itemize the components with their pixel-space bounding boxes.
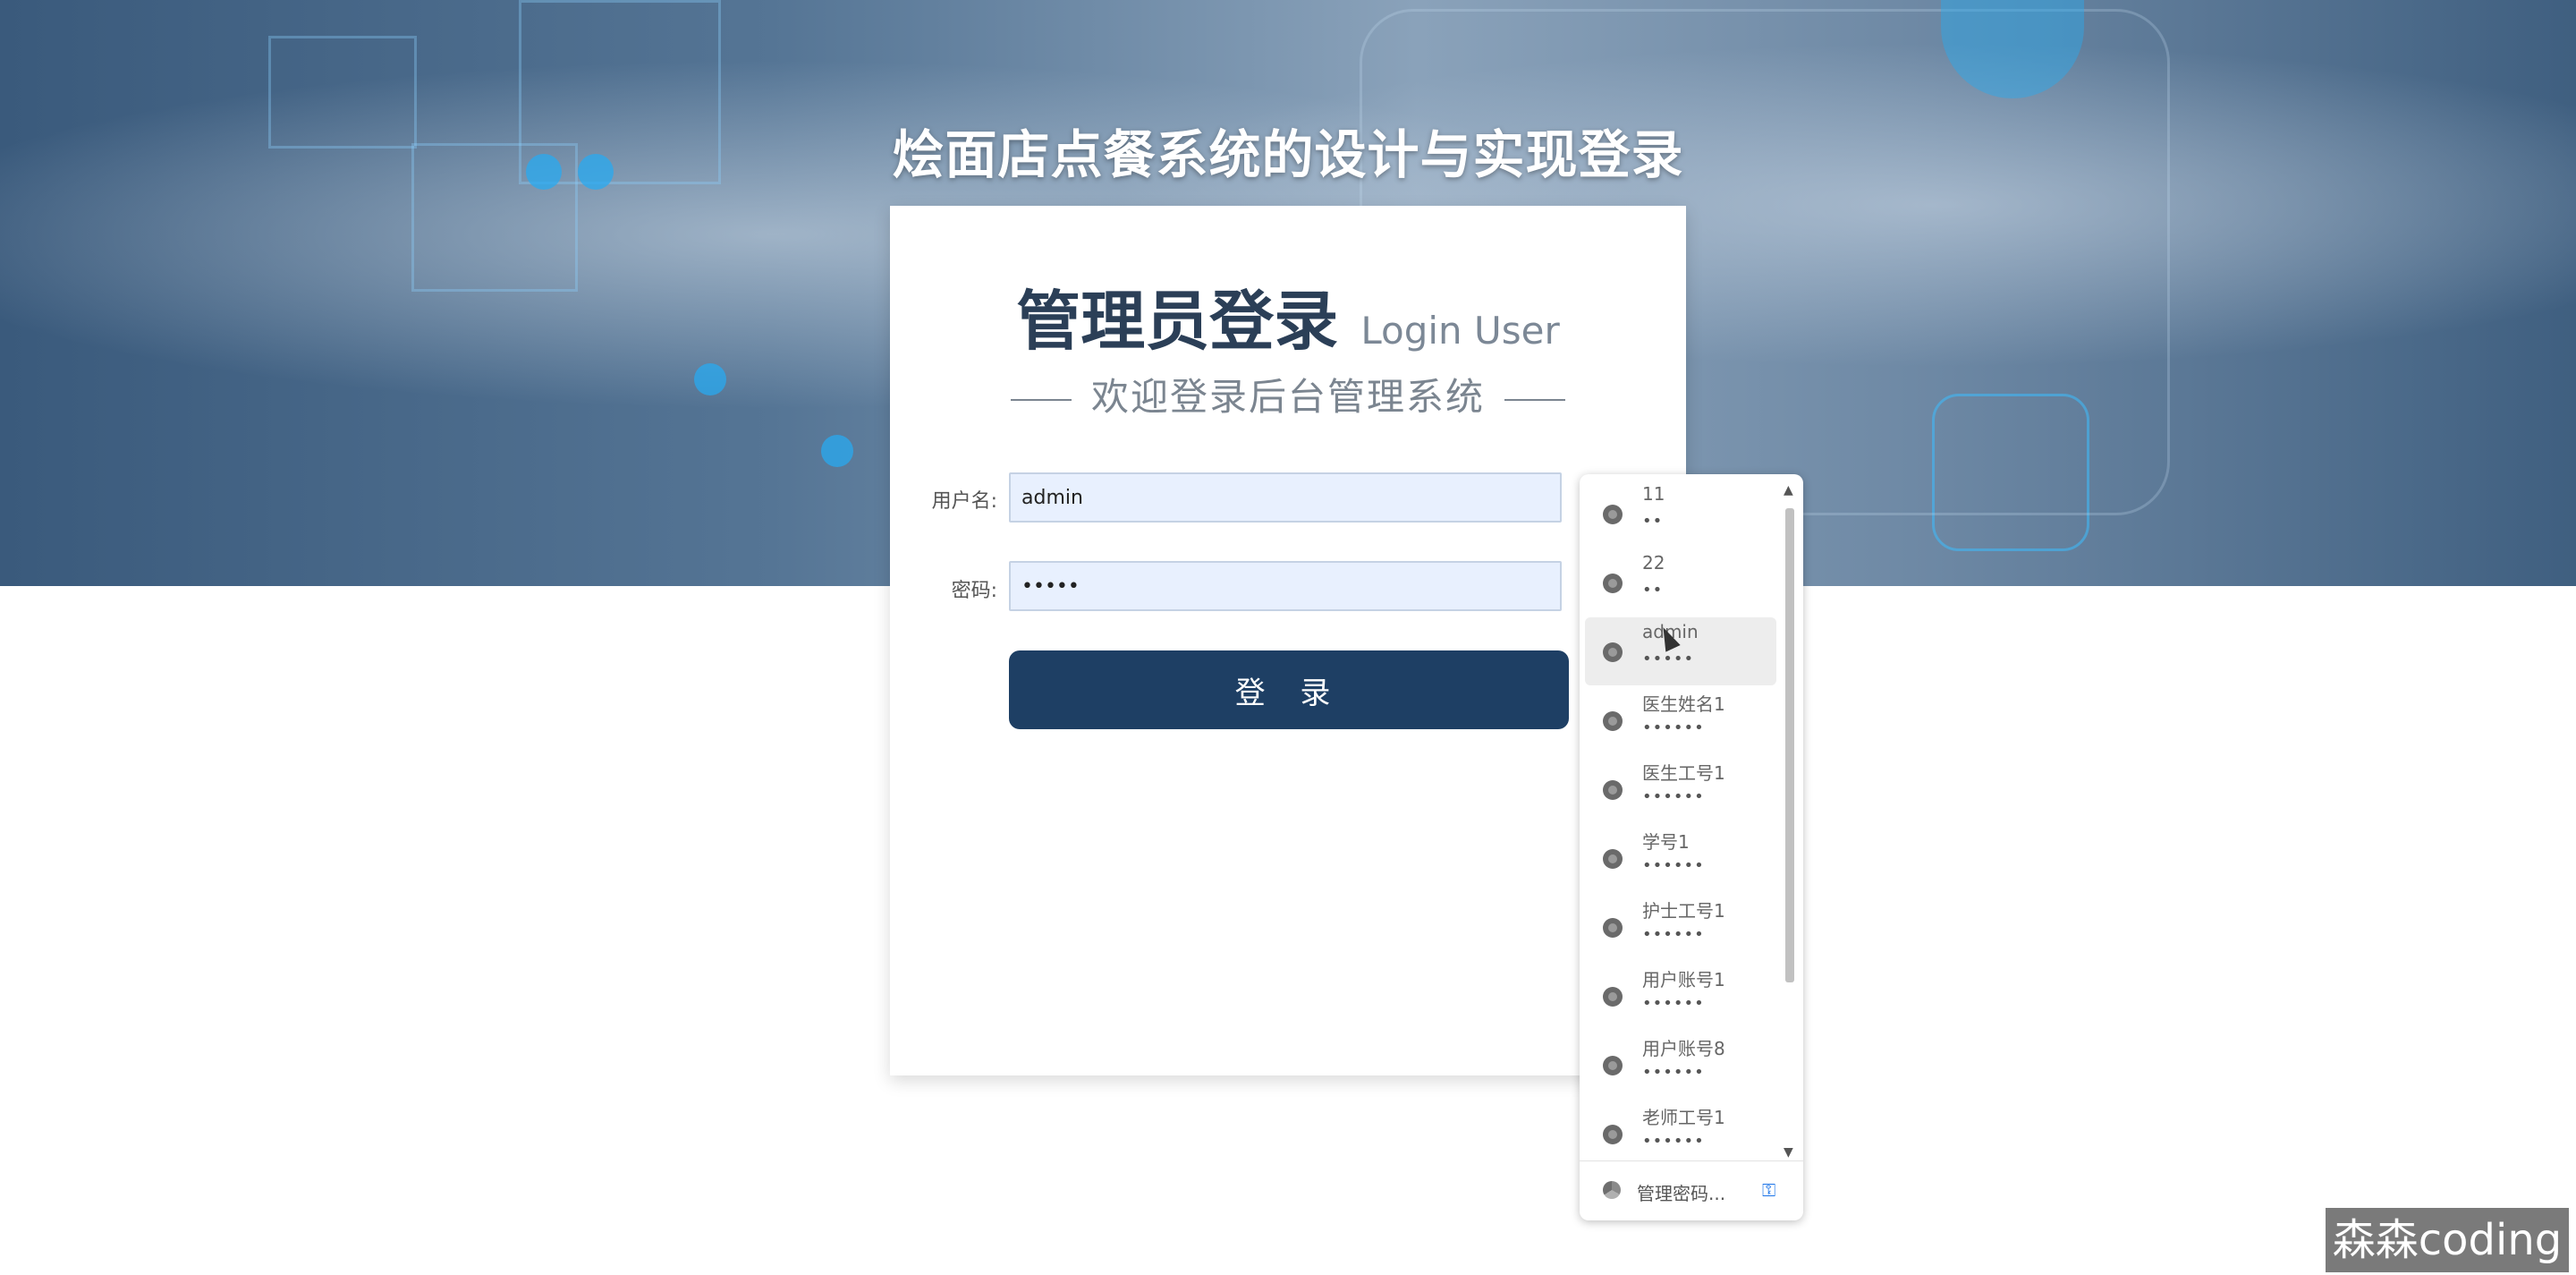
globe-icon [1603,711,1623,731]
autofill-password: •• [1642,512,1664,531]
autofill-item[interactable]: admin ••••• [1585,617,1776,685]
globe-icon [1603,574,1623,593]
password-label: 密码: [951,580,997,602]
globe-icon [1603,780,1623,800]
autofill-item[interactable]: 护士工号1 •••••• [1585,893,1776,961]
login-card: 管理员登录 Login User 欢迎登录后台管理系统 用户名: 密码: 登 录 [890,206,1686,1075]
autofill-password: •••••• [1642,994,1705,1013]
decor-dot [694,363,726,395]
autofill-item[interactable]: 11 •• [1585,480,1776,548]
autofill-username: 医生姓名1 [1642,693,1725,715]
password-input[interactable] [1009,561,1562,611]
globe-icon [1603,987,1623,1007]
scroll-up-icon[interactable]: ▲ [1784,483,1793,497]
password-autofill-popup: 11 •• 22 •• admin ••••• 医生姓名1 •••••• 医生工… [1580,474,1803,1220]
chrome-icon [1603,1181,1621,1199]
divider [1504,398,1565,401]
autofill-scrollbar[interactable]: ▲ ▼ [1780,483,1798,1163]
watermark: 森森coding [2326,1208,2569,1272]
autofill-password: ••••• [1642,650,1695,668]
globe-icon [1603,849,1623,869]
page-title: 烩面店点餐系统的设计与实现登录 [892,124,1684,185]
globe-icon [1603,1056,1623,1075]
autofill-item[interactable]: 用户账号1 •••••• [1585,962,1776,1030]
divider [1010,398,1072,401]
scroll-down-icon[interactable]: ▼ [1784,1145,1793,1160]
autofill-username: 用户账号1 [1642,969,1725,990]
autofill-item[interactable]: 学号1 •••••• [1585,824,1776,892]
autofill-item[interactable]: 老师工号1 •••••• [1585,1100,1776,1168]
autofill-password: •••••• [1642,856,1705,875]
autofill-username: 11 [1642,483,1665,505]
username-label: 用户名: [931,490,997,513]
globe-icon [1603,642,1623,662]
globe-icon [1603,918,1623,938]
welcome-text: 欢迎登录后台管理系统 [890,367,1686,421]
key-icon: ⚿ [1762,1179,1776,1201]
autofill-password: •••••• [1642,1132,1705,1151]
globe-icon [1603,505,1623,524]
autofill-username: 学号1 [1642,831,1690,853]
autofill-username: 医生工号1 [1642,762,1725,784]
autofill-username: 护士工号1 [1642,900,1725,922]
autofill-username: 老师工号1 [1642,1107,1725,1128]
autofill-password: •••••• [1642,925,1705,944]
autofill-item[interactable]: 医生姓名1 •••••• [1585,686,1776,754]
autofill-item[interactable]: 22 •• [1585,548,1776,616]
autofill-password: •••••• [1642,718,1705,737]
autofill-password: •••••• [1642,1063,1705,1082]
username-input[interactable] [1009,472,1562,523]
manage-passwords-row[interactable]: 管理密码... ⚿ [1580,1160,1803,1220]
autofill-item[interactable]: 医生工号1 •••••• [1585,755,1776,823]
welcome-label: 欢迎登录后台管理系统 [1090,375,1485,419]
globe-icon [1603,1125,1623,1144]
autofill-username: 用户账号8 [1642,1038,1725,1059]
card-title-en: Login User [1360,309,1560,353]
manage-passwords-link[interactable]: 管理密码... [1637,1179,1725,1205]
scroll-thumb[interactable] [1785,508,1794,982]
login-button[interactable]: 登 录 [1009,650,1569,729]
card-title: 管理员登录 [1016,284,1339,359]
card-heading: 管理员登录 Login User [890,268,1686,362]
autofill-password: •••••• [1642,787,1705,806]
autofill-item[interactable]: 用户账号8 •••••• [1585,1031,1776,1099]
decor-dot [821,435,853,467]
autofill-password: •• [1642,581,1664,599]
autofill-username: 22 [1642,552,1665,574]
